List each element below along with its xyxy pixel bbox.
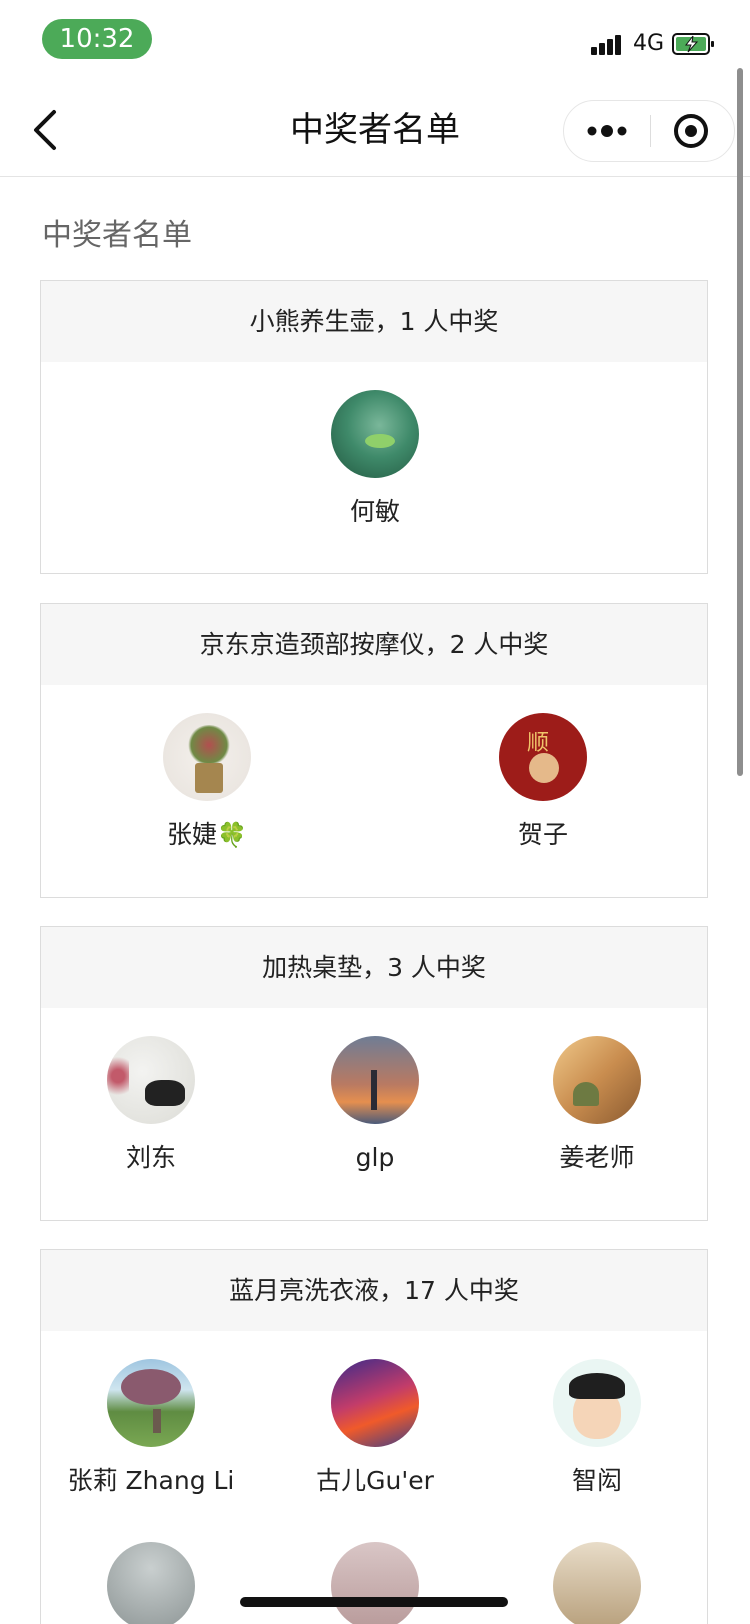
avatar <box>553 1542 641 1624</box>
prize-title: 小熊养生壶，1 人中奖 <box>41 281 707 362</box>
winner-item: 姜老师 <box>487 1036 707 1176</box>
network-type: 4G <box>633 31 665 56</box>
winner-name: 姜老师 <box>559 1143 635 1172</box>
back-button[interactable] <box>28 106 64 154</box>
winner-item: 张婕🍀 <box>97 713 317 853</box>
avatar <box>331 1036 419 1124</box>
avatar <box>331 1359 419 1447</box>
winner-name: glp <box>355 1143 395 1172</box>
avatar <box>107 1359 195 1447</box>
signal-strength-icon <box>591 33 629 55</box>
winner-item: 智闳 <box>487 1359 707 1499</box>
prize-title: 蓝月亮洗衣液，17 人中奖 <box>41 1250 707 1331</box>
battery-charging-icon <box>672 33 714 55</box>
status-bar: 10:32 4G <box>0 0 750 84</box>
prize-title: 加热桌垫，3 人中奖 <box>41 927 707 1008</box>
winner-item: glp <box>265 1036 485 1176</box>
winner-item-partial <box>487 1542 707 1624</box>
prize-card: 蓝月亮洗衣液，17 人中奖 张莉 Zhang Li 古儿Gu'er 智闳 <box>40 1249 708 1624</box>
scrollbar[interactable] <box>737 68 743 776</box>
winner-name: 古儿Gu'er <box>316 1466 434 1495</box>
winner-item: 刘东 <box>41 1036 261 1176</box>
winner-item: 张莉 Zhang Li <box>41 1359 261 1499</box>
winner-name: 何敏 <box>349 497 400 526</box>
winner-item: 何敏 <box>265 390 485 530</box>
avatar <box>331 390 419 478</box>
winner-item-partial <box>41 1542 261 1624</box>
screen: 10:32 4G 中奖者名单 中奖者名单 小熊养生壶，1 人中奖 何敏 京东京造… <box>0 0 750 1624</box>
avatar <box>331 1542 419 1624</box>
prize-card: 小熊养生壶，1 人中奖 何敏 <box>40 280 708 574</box>
winner-name: 智闳 <box>571 1466 622 1495</box>
winner-name-row: 张婕🍀 <box>97 817 317 853</box>
winner-name: 刘东 <box>125 1143 176 1172</box>
target-close-icon[interactable] <box>651 101 735 161</box>
avatar <box>553 1359 641 1447</box>
avatar <box>107 1542 195 1624</box>
prize-card: 京东京造颈部按摩仪，2 人中奖 张婕🍀 顺 贺子 <box>40 603 708 898</box>
nav-bar: 中奖者名单 <box>0 84 750 177</box>
prize-card: 加热桌垫，3 人中奖 刘东 glp 姜老师 <box>40 926 708 1221</box>
avatar: 顺 <box>499 713 587 801</box>
winner-item: 古儿Gu'er <box>265 1359 485 1499</box>
winner-name: 张莉 Zhang Li <box>67 1466 235 1495</box>
page-heading: 中奖者名单 <box>42 218 192 253</box>
winner-name: 张婕 <box>167 820 218 849</box>
avatar <box>107 1036 195 1124</box>
prize-title: 京东京造颈部按摩仪，2 人中奖 <box>41 604 707 685</box>
more-dots-icon[interactable] <box>564 101 650 161</box>
avatar <box>553 1036 641 1124</box>
home-indicator[interactable] <box>240 1597 508 1607</box>
status-time: 10:32 <box>42 19 152 59</box>
mini-program-capsule <box>563 100 735 162</box>
winner-name: 贺子 <box>517 820 568 849</box>
avatar <box>163 713 251 801</box>
avatar-text: 顺 <box>527 731 550 756</box>
winner-item-partial <box>265 1542 485 1624</box>
nav-title: 中奖者名单 <box>290 110 460 150</box>
winner-item: 顺 贺子 <box>433 713 653 853</box>
clover-emoji: 🍀 <box>217 821 247 849</box>
